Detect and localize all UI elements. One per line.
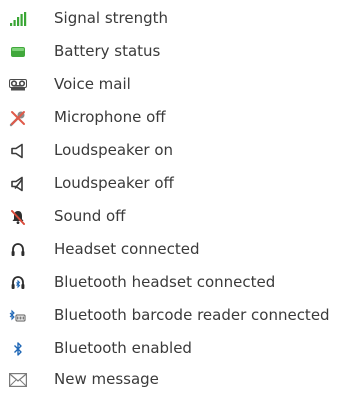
battery-status-icon <box>7 35 29 68</box>
legend-row-bluetooth-headset-connected: Bluetooth headset connected <box>0 266 343 299</box>
legend-label: Bluetooth barcode reader connected <box>54 306 330 324</box>
legend-label: Loudspeaker on <box>54 141 174 159</box>
legend-label: Signal strength <box>54 9 169 27</box>
signal-strength-icon <box>7 2 29 35</box>
new-message-icon <box>7 363 29 396</box>
legend-label: Battery status <box>54 42 161 60</box>
headset-connected-icon <box>7 233 29 266</box>
sound-off-icon <box>7 200 29 233</box>
legend-label: Sound off <box>54 207 126 225</box>
legend-label: Microphone off <box>54 108 166 126</box>
bluetooth-enabled-icon <box>7 332 29 365</box>
legend-row-voice-mail: Voice mail <box>0 68 343 101</box>
microphone-off-icon <box>7 101 29 134</box>
bluetooth-barcode-reader-connected-icon <box>7 299 29 332</box>
legend-label: New message <box>54 370 159 388</box>
legend-row-new-message: New message <box>0 363 343 396</box>
legend-row-microphone-off: Microphone off <box>0 101 343 134</box>
legend-label: Bluetooth headset connected <box>54 273 276 291</box>
legend-row-loudspeaker-on: Loudspeaker on <box>0 134 343 167</box>
legend-row-loudspeaker-off: Loudspeaker off <box>0 167 343 200</box>
legend-row-signal-strength: Signal strength <box>0 2 343 35</box>
legend-row-battery-status: Battery status <box>0 35 343 68</box>
legend-row-bluetooth-barcode-reader-connected: Bluetooth barcode reader connected <box>0 299 343 332</box>
legend-label: Headset connected <box>54 240 200 258</box>
legend-label: Bluetooth enabled <box>54 339 192 357</box>
legend-label: Voice mail <box>54 75 131 93</box>
bluetooth-headset-connected-icon <box>7 266 29 299</box>
loudspeaker-off-icon <box>7 167 29 200</box>
legend-label: Loudspeaker off <box>54 174 174 192</box>
legend-row-headset-connected: Headset connected <box>0 233 343 266</box>
legend-row-bluetooth-enabled: Bluetooth enabled <box>0 332 343 365</box>
voice-mail-icon <box>7 68 29 101</box>
loudspeaker-on-icon <box>7 134 29 167</box>
legend-row-sound-off: Sound off <box>0 200 343 233</box>
